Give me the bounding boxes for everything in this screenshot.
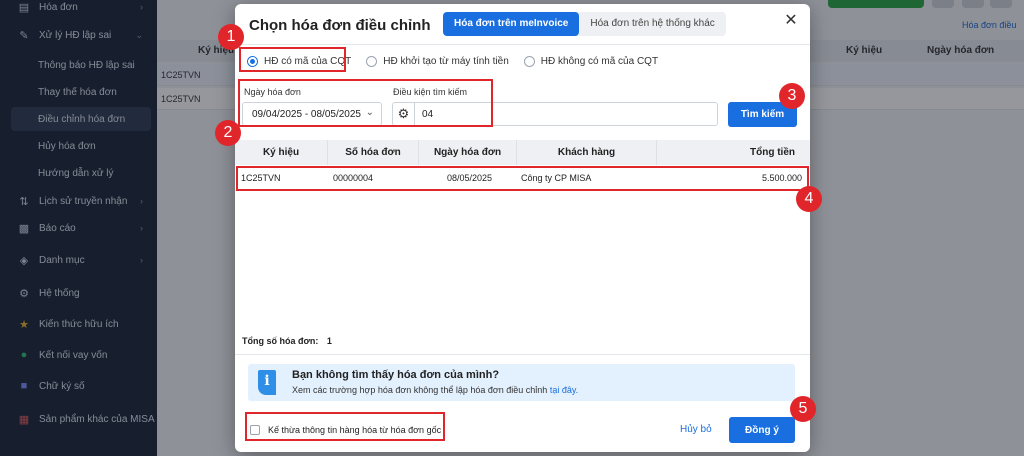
help-text-body: Xem các trường hợp hóa đơn không thể lập… <box>292 385 548 395</box>
help-title: Bạn không tìm thấy hóa đơn của mình? <box>292 369 500 381</box>
col-total[interactable]: Tổng tiền <box>657 140 802 165</box>
radio-dot[interactable] <box>366 55 378 67</box>
annotation-number-3: 3 <box>779 83 805 109</box>
col-customer[interactable]: Khách hàng <box>517 140 657 165</box>
annotation-box-1 <box>239 47 346 72</box>
dialog-title: Chọn hóa đơn điều chỉnh <box>249 17 431 34</box>
total-label: Tổng số hóa đơn: <box>242 336 319 346</box>
radio-label: HĐ không có mã của CQT <box>540 55 659 67</box>
tab-meinvoice[interactable]: Hóa đơn trên meInvoice <box>443 12 580 36</box>
radio-cash-register[interactable]: HĐ khởi tạo từ máy tính tiền <box>366 55 509 67</box>
cancel-button[interactable]: Hủy bỏ <box>680 424 712 435</box>
ok-button[interactable]: Đồng ý <box>729 417 795 443</box>
annotation-number-2: 2 <box>215 120 241 146</box>
annotation-box-5 <box>245 412 445 441</box>
annotation-number-5: 5 <box>790 396 816 422</box>
close-icon[interactable]: ✕ <box>784 13 798 29</box>
radio-dot[interactable] <box>523 55 535 67</box>
col-symbol[interactable]: Ký hiệu <box>235 140 328 165</box>
annotation-number-1: 1 <box>218 24 244 50</box>
source-tabs: Hóa đơn trên meInvoice Hóa đơn trên hệ t… <box>443 12 726 36</box>
col-date[interactable]: Ngày hóa đơn <box>419 140 517 165</box>
total-count: Tổng số hóa đơn: 1 <box>242 336 332 346</box>
help-banner: i Bạn không tìm thấy hóa đơn của mình? X… <box>248 364 795 401</box>
annotation-box-2 <box>238 79 493 127</box>
divider <box>235 354 810 355</box>
annotation-box-4 <box>236 166 809 191</box>
radio-label: HĐ khởi tạo từ máy tính tiền <box>383 55 509 67</box>
col-number[interactable]: Số hóa đơn <box>328 140 419 165</box>
annotation-number-4: 4 <box>796 186 822 212</box>
table-header: Ký hiệu Số hóa đơn Ngày hóa đơn Khách hà… <box>235 140 810 165</box>
help-link[interactable]: tại đây. <box>550 385 578 395</box>
help-text: Xem các trường hợp hóa đơn không thể lập… <box>292 385 578 395</box>
radio-without-tax-code[interactable]: HĐ không có mã của CQT <box>523 55 659 67</box>
total-value: 1 <box>326 336 332 346</box>
tab-other-system[interactable]: Hóa đơn trên hệ thống khác <box>579 12 725 36</box>
divider <box>235 44 810 45</box>
info-icon: i <box>258 370 276 395</box>
